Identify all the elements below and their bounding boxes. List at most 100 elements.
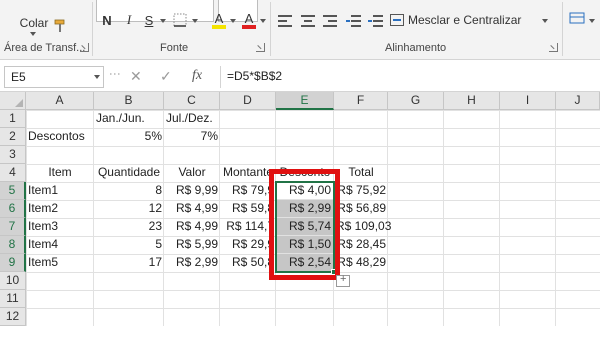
group-divider <box>92 2 93 56</box>
decrease-indent-icon[interactable] <box>346 15 362 27</box>
clipboard-launcher-icon[interactable] <box>80 43 89 52</box>
cell-c2[interactable]: 7% <box>164 128 220 146</box>
font-group-label: Fonte <box>160 42 189 54</box>
cancel-icon[interactable]: ✕ <box>130 68 142 84</box>
format-painter-icon[interactable] <box>52 18 68 34</box>
merge-center-button[interactable]: Mesclar e Centralizar <box>390 10 540 30</box>
cell-amount[interactable]: R$ 50,8 <box>220 254 276 272</box>
column-header-a[interactable]: A <box>26 92 94 110</box>
row-header-12[interactable]: 12 <box>0 308 26 326</box>
row-header-1[interactable]: 1 <box>0 110 26 128</box>
cell-value[interactable]: R$ 4,99 <box>164 200 220 218</box>
cell-quantity[interactable]: 8 <box>94 182 164 200</box>
bold-button[interactable]: N <box>98 10 116 30</box>
cell-a2[interactable]: Descontos <box>26 128 94 146</box>
header-quantity[interactable]: Quantidade <box>94 164 164 182</box>
cell-b2[interactable]: 5% <box>94 128 164 146</box>
enter-icon[interactable]: ✓ <box>160 68 172 84</box>
align-left-icon[interactable] <box>278 15 294 27</box>
cell-total[interactable]: R$ 75,92 <box>334 182 388 200</box>
select-all-corner[interactable] <box>0 92 26 110</box>
cell-amount[interactable]: R$ 29,9 <box>220 236 276 254</box>
name-box[interactable]: E5 <box>4 66 104 88</box>
cell-item[interactable]: Item5 <box>26 254 94 272</box>
underline-dropdown-icon[interactable] <box>160 19 166 23</box>
cell-total[interactable]: R$ 56,89 <box>334 200 388 218</box>
cell-total[interactable]: R$ 28,45 <box>334 236 388 254</box>
cell-item[interactable]: Item4 <box>26 236 94 254</box>
column-header-g[interactable]: G <box>388 92 444 110</box>
row-header-8[interactable]: 8 <box>0 236 26 254</box>
cell-quantity[interactable]: 17 <box>94 254 164 272</box>
number-format-dropdown-icon[interactable] <box>589 19 595 23</box>
header-amount[interactable]: Montante <box>220 164 276 182</box>
ribbon: Colar Área de Transf... N I S A A Fonte <box>0 0 600 60</box>
column-header-b[interactable]: B <box>94 92 164 110</box>
underline-button[interactable]: S <box>140 10 158 30</box>
cell-total[interactable]: R$ 48,29 <box>334 254 388 272</box>
paste-button[interactable]: Colar <box>14 0 54 36</box>
header-discount[interactable]: Desconto <box>276 164 334 182</box>
column-header-j[interactable]: J <box>556 92 600 110</box>
fill-color-icon[interactable]: A <box>210 10 228 30</box>
cell-quantity[interactable]: 23 <box>94 218 164 236</box>
alignment-launcher-icon[interactable] <box>549 43 558 52</box>
cell-item[interactable]: Item3 <box>26 218 94 236</box>
insert-function-icon[interactable]: fx <box>192 68 202 84</box>
font-color-icon[interactable]: A <box>240 10 258 30</box>
cell-total[interactable]: R$ 109,03 <box>334 218 391 236</box>
number-format-icon[interactable] <box>568 10 586 26</box>
row-header-9[interactable]: 9 <box>0 254 26 272</box>
row-header-7[interactable]: 7 <box>0 218 26 236</box>
cell-discount[interactable]: R$ 1,50 <box>276 236 334 254</box>
cell-quantity[interactable]: 5 <box>94 236 164 254</box>
paste-dropdown-icon[interactable] <box>30 32 36 36</box>
column-header-f[interactable]: F <box>334 92 388 110</box>
column-header-h[interactable]: H <box>444 92 500 110</box>
cell-discount[interactable]: R$ 4,00 <box>276 182 334 200</box>
italic-button[interactable]: I <box>120 10 138 30</box>
name-box-dropdown-icon[interactable] <box>94 75 100 79</box>
align-center-icon[interactable] <box>300 15 316 27</box>
row-header-3[interactable]: 3 <box>0 146 26 164</box>
header-total[interactable]: Total <box>334 164 388 182</box>
cell-discount[interactable]: R$ 2,99 <box>276 200 334 218</box>
font-color-dropdown-icon[interactable] <box>260 19 266 23</box>
cell-amount[interactable]: R$ 59,8 <box>220 200 276 218</box>
cell-discount[interactable]: R$ 2,54 <box>276 254 334 272</box>
font-launcher-icon[interactable] <box>256 43 265 52</box>
cell-quantity[interactable]: 12 <box>94 200 164 218</box>
row-header-11[interactable]: 11 <box>0 290 26 308</box>
row-header-6[interactable]: 6 <box>0 200 26 218</box>
quick-analysis-icon[interactable] <box>336 273 350 287</box>
column-header-c[interactable]: C <box>164 92 220 110</box>
align-right-icon[interactable] <box>322 15 338 27</box>
row-header-4[interactable]: 4 <box>0 164 26 182</box>
cell-amount[interactable]: R$ 114,7 <box>220 218 276 236</box>
cell-item[interactable]: Item2 <box>26 200 94 218</box>
column-header-d[interactable]: D <box>220 92 276 110</box>
cell-b1[interactable]: Jan./Jun. <box>94 110 164 128</box>
borders-icon[interactable] <box>172 12 188 28</box>
cell-c1[interactable]: Jul./Dez. <box>164 110 220 128</box>
fill-color-dropdown-icon[interactable] <box>230 19 236 23</box>
row-header-2[interactable]: 2 <box>0 128 26 146</box>
cell-value[interactable]: R$ 5,99 <box>164 236 220 254</box>
column-header-e[interactable]: E <box>276 92 334 110</box>
borders-dropdown-icon[interactable] <box>192 19 198 23</box>
header-item[interactable]: Item <box>26 164 94 182</box>
cell-value[interactable]: R$ 2,99 <box>164 254 220 272</box>
merge-dropdown-icon[interactable] <box>542 19 548 23</box>
header-value[interactable]: Valor <box>164 164 220 182</box>
cell-value[interactable]: R$ 4,99 <box>164 218 220 236</box>
formula-input[interactable]: =D5*$B$2 <box>220 66 598 88</box>
cell-item[interactable]: Item1 <box>26 182 94 200</box>
cell-value[interactable]: R$ 9,99 <box>164 182 220 200</box>
row-header-5[interactable]: 5 <box>0 182 26 200</box>
paste-label: Colar <box>19 16 49 30</box>
increase-indent-icon[interactable] <box>368 15 384 27</box>
cell-amount[interactable]: R$ 79,9 <box>220 182 276 200</box>
row-header-10[interactable]: 10 <box>0 272 26 290</box>
column-header-i[interactable]: I <box>500 92 556 110</box>
cell-discount[interactable]: R$ 5,74 <box>276 218 334 236</box>
